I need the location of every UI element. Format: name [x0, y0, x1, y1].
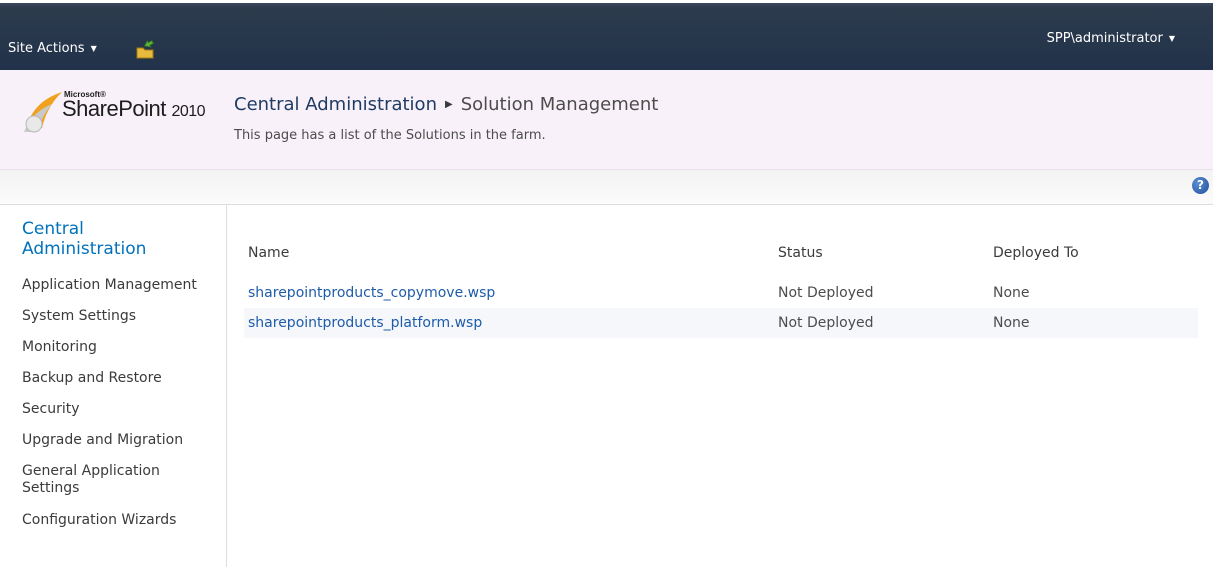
nav-item-security[interactable]: Security: [22, 401, 80, 418]
chevron-down-icon: ▼: [90, 44, 97, 53]
logo-product: SharePoint 2010: [62, 96, 206, 122]
logo-product-name: SharePoint: [62, 96, 166, 121]
breadcrumb-separator-icon: ▶: [444, 99, 453, 110]
solution-link[interactable]: sharepointproducts_platform.wsp: [248, 315, 482, 331]
table-row: sharepointproducts_platform.wsp Not Depl…: [244, 308, 1198, 338]
user-menu[interactable]: SPP\administrator ▼: [1047, 31, 1175, 46]
column-header-deployed-to: Deployed To: [993, 245, 1079, 261]
sharepoint-logo: Microsoft® SharePoint 2010: [22, 90, 222, 140]
nav-item-configuration-wizards[interactable]: Configuration Wizards: [22, 512, 176, 529]
solution-status: Not Deployed: [778, 315, 874, 331]
page-title: Solution Management: [460, 94, 659, 115]
nav-item-general-application-settings[interactable]: General Application Settings: [22, 463, 202, 497]
ribbon-bar: Site Actions ▼ SPP\administrator ▼: [0, 0, 1213, 70]
site-actions-label: Site Actions: [8, 41, 85, 56]
nav-item-backup-and-restore[interactable]: Backup and Restore: [22, 370, 162, 387]
breadcrumb: Central Administration ▶ Solution Manage…: [234, 94, 658, 115]
nav-item-upgrade-and-migration[interactable]: Upgrade and Migration: [22, 432, 183, 449]
nav-heading-central-administration[interactable]: Central Administration: [22, 219, 212, 259]
column-header-status: Status: [778, 245, 823, 261]
site-actions-menu[interactable]: Site Actions ▼: [8, 41, 97, 56]
user-name: SPP\administrator: [1046, 31, 1163, 46]
page-description: This page has a list of the Solutions in…: [234, 128, 546, 143]
sharepoint-logo-icon: [24, 92, 62, 133]
navigate-up-icon[interactable]: [135, 40, 155, 60]
help-icon[interactable]: ?: [1192, 177, 1209, 194]
logo-year: 2010: [171, 103, 206, 120]
title-area: Microsoft® SharePoint 2010 Central Admin…: [0, 70, 1213, 170]
solution-deployed-to: None: [993, 315, 1030, 331]
quick-launch: Central Administration Application Manag…: [0, 205, 227, 567]
solution-link[interactable]: sharepointproducts_copymove.wsp: [248, 285, 495, 301]
solution-deployed-to: None: [993, 285, 1030, 301]
nav-item-system-settings[interactable]: System Settings: [22, 308, 136, 325]
nav-item-monitoring[interactable]: Monitoring: [22, 339, 97, 356]
breadcrumb-central-administration[interactable]: Central Administration: [234, 94, 437, 115]
chevron-down-icon: ▼: [1168, 34, 1175, 43]
column-header-name: Name: [248, 245, 290, 261]
table-row: sharepointproducts_copymove.wsp Not Depl…: [244, 278, 1198, 308]
toolbar-strip: ?: [0, 170, 1213, 205]
solution-status: Not Deployed: [778, 285, 874, 301]
nav-item-application-management[interactable]: Application Management: [22, 277, 197, 294]
